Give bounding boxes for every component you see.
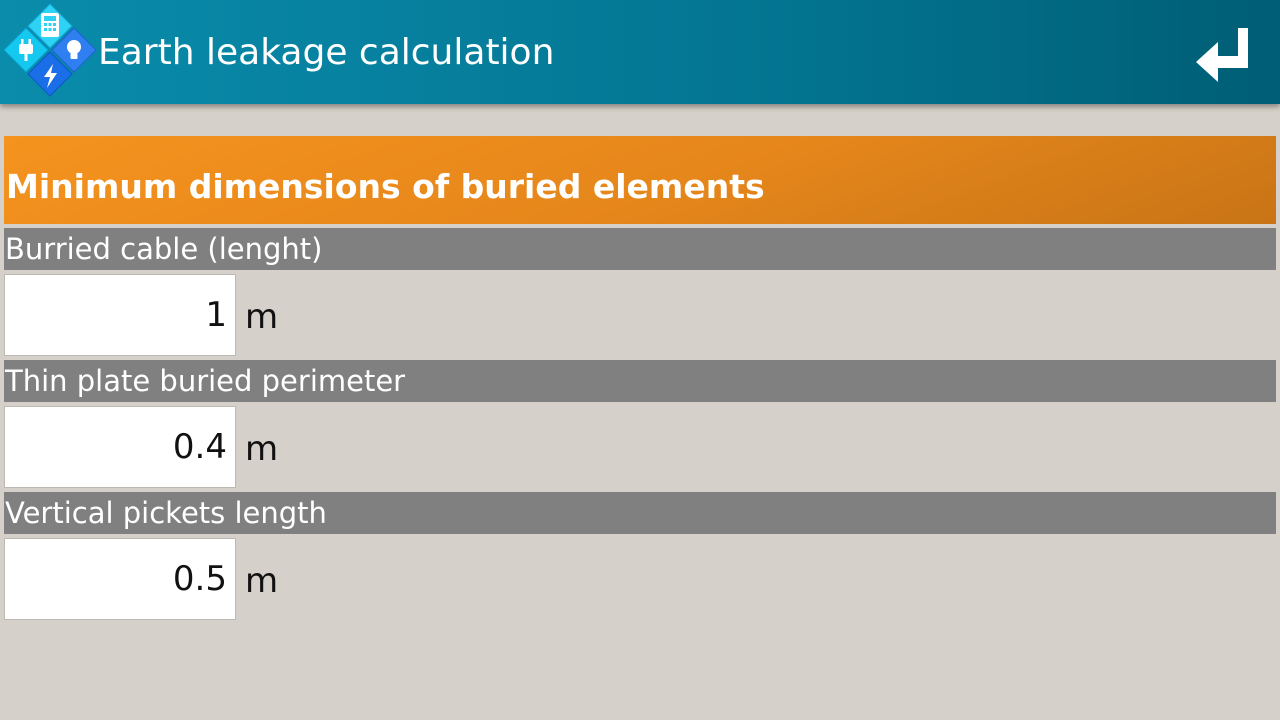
- app-title: Earth leakage calculation: [98, 32, 555, 73]
- app-bar: Earth leakage calculation: [0, 0, 1280, 104]
- buried-cable-unit: m: [245, 297, 279, 337]
- field-label-bar: Thin plate buried perimeter: [4, 360, 1276, 402]
- back-button[interactable]: [1186, 20, 1260, 94]
- vertical-pickets-unit: m: [245, 561, 279, 601]
- field-label-bar: Vertical pickets length: [4, 492, 1276, 534]
- section-title: Minimum dimensions of buried elements: [6, 167, 765, 206]
- buried-cable-input[interactable]: [4, 274, 236, 356]
- thin-plate-input[interactable]: [4, 406, 236, 488]
- app-logo-icon: [4, 4, 97, 97]
- thin-plate-unit: m: [245, 429, 279, 469]
- return-arrow-icon: [1196, 28, 1248, 82]
- vertical-pickets-input[interactable]: [4, 538, 236, 620]
- buried-cable-label: Burried cable (lenght): [5, 232, 323, 266]
- thin-plate-label: Thin plate buried perimeter: [5, 364, 406, 398]
- field-label-bar: Burried cable (lenght): [4, 228, 1276, 270]
- section-header: Minimum dimensions of buried elements: [4, 136, 1276, 224]
- vertical-pickets-label: Vertical pickets length: [5, 496, 327, 530]
